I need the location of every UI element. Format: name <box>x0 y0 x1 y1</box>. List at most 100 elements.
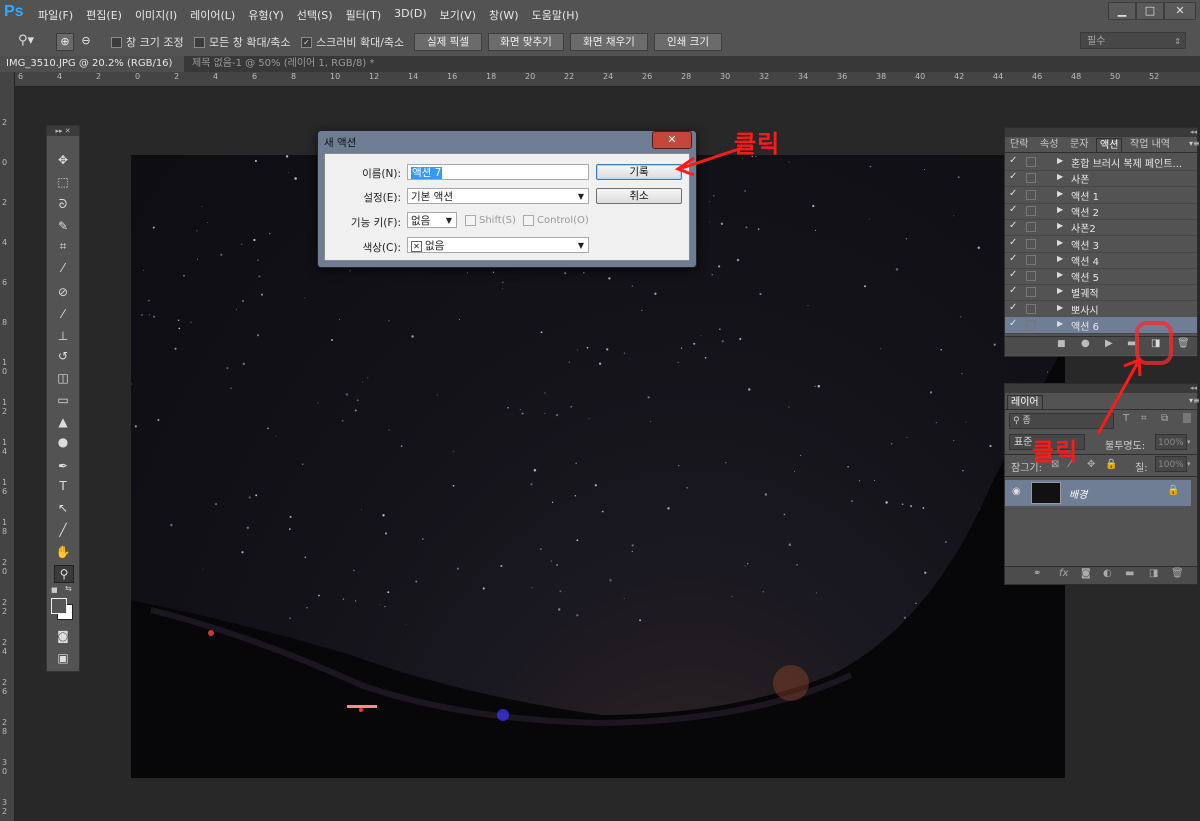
check-icon[interactable]: ✓ <box>1009 171 1017 182</box>
zoom-tool-icon[interactable]: ⚲ <box>54 565 74 583</box>
checkbox[interactable] <box>523 215 534 226</box>
shift-checkbox[interactable]: Shift(S) <box>465 215 516 226</box>
scrubby-zoom-option[interactable]: ✓ 스크러비 확대/축소 <box>301 34 404 50</box>
set-select[interactable]: 기본 액션 ▼ <box>407 188 589 204</box>
gradient-tool-icon[interactable]: ▭ <box>54 392 72 408</box>
lock-all-icon[interactable]: 🔒 <box>1105 459 1117 470</box>
menu-view[interactable]: 보기(V) <box>440 7 485 23</box>
dialog-toggle-icon[interactable] <box>1026 254 1036 265</box>
path-select-tool-icon[interactable]: ↖ <box>54 500 72 516</box>
control-checkbox[interactable]: Control(O) <box>523 215 589 226</box>
quick-mask-icon[interactable]: ◙ <box>54 628 72 644</box>
check-icon[interactable]: ✓ <box>1009 285 1017 296</box>
expand-triangle-icon[interactable]: ▶ <box>1057 189 1063 198</box>
marquee-tool-icon[interactable]: ⬚ <box>54 174 72 190</box>
link-icon[interactable]: ⚭ <box>1033 568 1041 579</box>
brush-tool-icon[interactable]: ⁄ <box>54 306 72 322</box>
dialog-toggle-icon[interactable] <box>1026 173 1036 184</box>
check-icon[interactable]: ✓ <box>1009 302 1017 313</box>
check-icon[interactable]: ✓ <box>1009 269 1017 280</box>
eyedropper-tool-icon[interactable]: ⁄ <box>54 260 72 276</box>
menu-window[interactable]: 창(W) <box>489 7 528 23</box>
expand-triangle-icon[interactable]: ▶ <box>1057 319 1063 328</box>
pen-tool-icon[interactable]: ✒ <box>54 458 72 474</box>
action-row[interactable]: ✓ ▶ 혼합 브러시 복제 페인트... <box>1005 154 1197 171</box>
expand-triangle-icon[interactable]: ▶ <box>1057 238 1063 247</box>
zoom-all-windows-option[interactable]: 모든 창 확대/축소 <box>194 34 291 50</box>
color-select[interactable]: ✕ 없음 ▼ <box>407 237 589 253</box>
close-button[interactable]: ✕ <box>1164 2 1196 20</box>
dialog-toggle-icon[interactable] <box>1026 205 1036 216</box>
dodge-tool-icon[interactable]: ● <box>54 434 72 450</box>
menu-filter[interactable]: 필터(T) <box>346 7 391 23</box>
trash-icon[interactable]: 🗑 <box>1171 568 1184 579</box>
tab-actions[interactable]: 액션 <box>1096 138 1123 153</box>
play-icon[interactable]: ▶ <box>1105 338 1113 349</box>
dialog-toggle-icon[interactable] <box>1026 271 1036 282</box>
blur-tool-icon[interactable]: ▲ <box>54 414 72 430</box>
quick-select-tool-icon[interactable]: ✎ <box>54 218 72 234</box>
menu-3d[interactable]: 3D(D) <box>394 7 436 23</box>
panel-menu-icon[interactable]: ▾≡ <box>1189 396 1200 405</box>
resize-window-option[interactable]: 창 크기 조정 <box>111 34 184 50</box>
check-icon[interactable]: ✓ <box>1009 318 1017 329</box>
check-icon[interactable]: ✓ <box>1009 204 1017 215</box>
hand-tool-icon[interactable]: ✋ <box>54 544 72 560</box>
menu-layer[interactable]: 레이어(L) <box>190 7 244 23</box>
fit-screen-button[interactable]: 화면 맞추기 <box>488 33 564 51</box>
zoom-in-icon[interactable]: ⊕ <box>56 33 74 51</box>
eye-icon[interactable]: ◉ <box>1012 486 1021 497</box>
smart-filter-icon[interactable]: ⧉ <box>1161 413 1168 424</box>
action-row[interactable]: ✓ ▶ 액션 4 <box>1005 252 1197 269</box>
fill-screen-button[interactable]: 화면 채우기 <box>570 33 648 51</box>
adjustment-icon[interactable]: ◐ <box>1103 568 1112 579</box>
actual-pixels-button[interactable]: 실제 픽셀 <box>414 33 482 51</box>
chevron-down-icon[interactable]: ▾ <box>1187 456 1195 472</box>
check-icon[interactable]: ✓ <box>1009 188 1017 199</box>
screen-mode-icon[interactable]: ▣ <box>54 650 72 666</box>
menu-image[interactable]: 이미지(I) <box>135 7 186 23</box>
panel-collapse-bar[interactable]: ◂◂ <box>1005 128 1197 137</box>
action-name-input[interactable]: 액션 7 <box>407 164 589 180</box>
action-row[interactable]: ✓ ▶ 액션 5 <box>1005 268 1197 286</box>
lock-position-icon[interactable]: ✥ <box>1087 459 1095 470</box>
menu-edit[interactable]: 편집(E) <box>86 7 131 23</box>
check-icon[interactable]: ✓ <box>1009 220 1017 231</box>
menu-help[interactable]: 도움말(H) <box>532 7 588 23</box>
tab-character[interactable]: 문자 <box>1067 138 1091 152</box>
foreground-color-swatch[interactable] <box>51 598 67 614</box>
chevron-down-icon[interactable]: ▾ <box>1187 434 1195 450</box>
default-colors-icon[interactable]: ■ <box>51 586 59 594</box>
expand-triangle-icon[interactable]: ▶ <box>1057 270 1063 279</box>
filter-toggle[interactable] <box>1183 413 1191 423</box>
print-size-button[interactable]: 인쇄 크기 <box>654 33 722 51</box>
stamp-tool-icon[interactable]: ⊥ <box>54 328 72 344</box>
check-icon[interactable]: ✓ <box>1009 155 1017 166</box>
crop-tool-icon[interactable]: ⌗ <box>54 238 72 254</box>
eraser-tool-icon[interactable]: ◫ <box>54 370 72 386</box>
checkbox-checked[interactable]: ✓ <box>301 36 312 48</box>
tab-untitled-1[interactable]: 제목 없음-1 @ 50% (레이어 1, RGB/8) * × <box>186 56 386 85</box>
dialog-toggle-icon[interactable] <box>1026 157 1036 167</box>
fill-input[interactable]: 100% <box>1155 456 1187 472</box>
expand-triangle-icon[interactable]: ▶ <box>1057 172 1063 181</box>
expand-triangle-icon[interactable]: ▶ <box>1057 221 1063 230</box>
dialog-toggle-icon[interactable] <box>1026 303 1036 314</box>
workspace-select[interactable]: 필수 ⇕ <box>1080 32 1186 49</box>
mask-icon[interactable]: ◙ <box>1081 568 1091 579</box>
check-icon[interactable]: ✓ <box>1009 253 1017 264</box>
action-row[interactable]: ✓ ▶ 사폰2 <box>1005 219 1197 237</box>
tab-history[interactable]: 작업 내역 <box>1127 138 1173 152</box>
dialog-toggle-icon[interactable] <box>1026 238 1036 249</box>
lasso-tool-icon[interactable]: ᘐ <box>54 196 72 212</box>
record-icon[interactable]: ● <box>1081 338 1090 349</box>
tab-paragraph[interactable]: 단락 <box>1007 138 1031 152</box>
swap-colors-icon[interactable]: ⇆ <box>65 584 72 593</box>
dialog-toggle-icon[interactable] <box>1026 222 1036 233</box>
maximize-button[interactable]: □ <box>1136 2 1164 20</box>
tab-img-3510[interactable]: IMG_3510.JPG @ 20.2% (RGB/16) * × <box>0 56 184 85</box>
minimize-button[interactable]: ▁ <box>1108 2 1136 20</box>
check-icon[interactable]: ✓ <box>1009 237 1017 248</box>
menu-file[interactable]: 파일(F) <box>38 7 82 23</box>
stop-icon[interactable]: ■ <box>1057 339 1066 349</box>
